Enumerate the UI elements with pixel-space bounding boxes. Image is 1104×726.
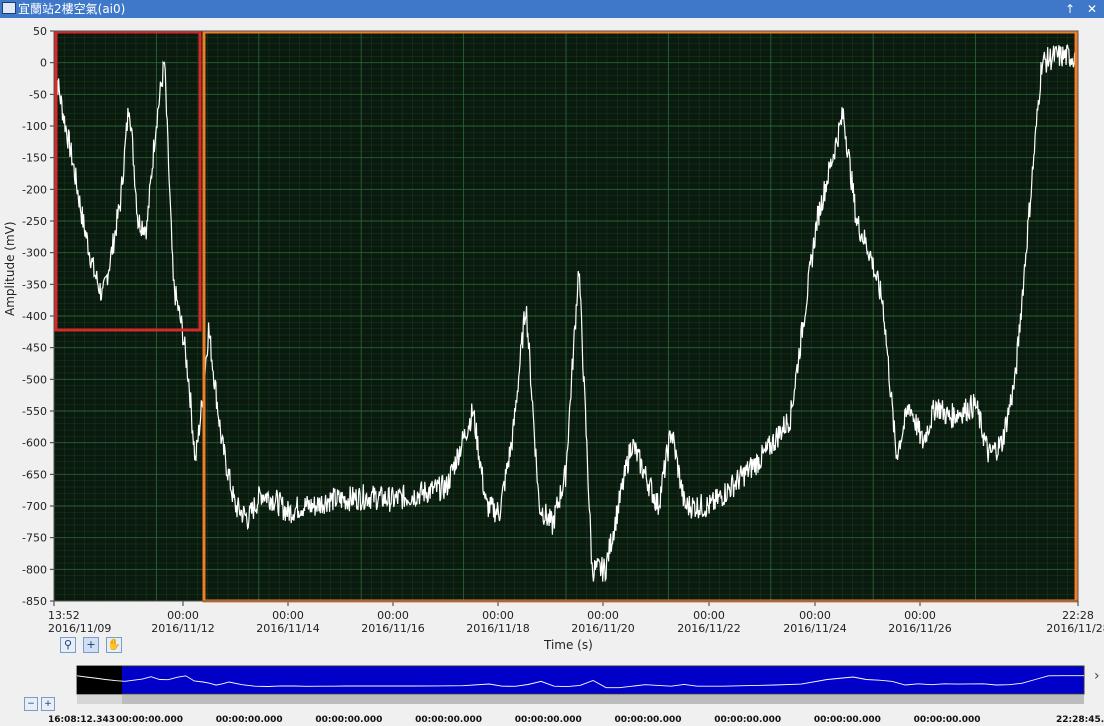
overview-end-label: 22:28:45.5 <box>1056 715 1104 725</box>
y-tick-label: -100 <box>22 120 47 133</box>
y-tick-label: -350 <box>22 278 47 291</box>
x-tick-time: 00:00 <box>904 609 936 622</box>
window-titlebar: 宜蘭站2樓空氣(ai0) ↑ ✕ <box>0 0 1104 18</box>
close-button[interactable]: ✕ <box>1084 1 1100 17</box>
x-tick-time: 00:00 <box>167 609 199 622</box>
x-tick-time: 13:52 <box>48 609 80 622</box>
crosshair-icon[interactable]: + <box>83 637 99 653</box>
y-tick-label: -600 <box>22 437 47 450</box>
overview-tick-label: 00:00:00.000 <box>515 715 582 725</box>
x-tick-time: 00:00 <box>377 609 409 622</box>
x-tick-time: 00:00 <box>799 609 831 622</box>
y-tick-label: -450 <box>22 342 47 355</box>
x-tick-time: 00:00 <box>272 609 304 622</box>
y-tick-label: -750 <box>22 532 47 545</box>
x-axis-label: Time (s) <box>544 638 593 652</box>
window-title: 宜蘭站2樓空氣(ai0) <box>18 2 126 16</box>
x-tick-time: 22:28 <box>1062 609 1094 622</box>
x-tick-time: 00:00 <box>693 609 725 622</box>
y-tick-label: 0 <box>40 57 47 70</box>
y-tick-label: -650 <box>22 468 47 481</box>
x-tick-date: 2016/11/22 <box>677 622 740 635</box>
overview-black-segment <box>77 666 122 694</box>
y-tick-label: 50 <box>33 25 47 38</box>
zoom-icon[interactable]: ⚲ <box>60 637 76 653</box>
x-tick-date: 2016/11/24 <box>783 622 846 635</box>
overview-scrollbar-thumb <box>122 695 1084 704</box>
y-tick-label: -200 <box>22 183 47 196</box>
overview-tick-label: 00:00:00.000 <box>615 715 682 725</box>
y-tick-label: -50 <box>29 88 47 101</box>
x-tick-date: 2016/11/16 <box>361 622 424 635</box>
overview-start-label: 16:08:12.343 <box>48 715 115 725</box>
x-tick-time: 00:00 <box>587 609 619 622</box>
x-tick-date: 2016/11/20 <box>571 622 634 635</box>
app-icon <box>2 2 16 14</box>
x-tick-date: 2016/11/09 <box>48 622 111 635</box>
y-tick-label: -550 <box>22 405 47 418</box>
overview-right-arrow: › <box>1094 668 1100 684</box>
y-tick-label: -800 <box>22 563 47 576</box>
overview-tick-label: 00:00:00.000 <box>814 715 881 725</box>
zoom-in-icon[interactable]: + <box>41 697 55 711</box>
overview-tick-label: 00:00:00.000 <box>216 715 283 725</box>
overview-tick-label: 00:00:00.000 <box>116 715 183 725</box>
overview-tick-label: 00:00:00.000 <box>315 715 382 725</box>
overview-tick-label: 00:00:00.000 <box>415 715 482 725</box>
y-tick-label: -150 <box>22 152 47 165</box>
overview-strip <box>76 665 1085 695</box>
hand-pan-icon[interactable]: ✋ <box>106 637 122 653</box>
y-tick-label: -700 <box>22 500 47 513</box>
y-tick-label: -400 <box>22 310 47 323</box>
x-tick-date: 2016/11/12 <box>151 622 214 635</box>
y-tick-label: -250 <box>22 215 47 228</box>
x-tick-date: 2016/11/14 <box>256 622 319 635</box>
x-tick-date: 2016/11/26 <box>888 622 951 635</box>
overview-tick-label: 00:00:00.000 <box>914 715 981 725</box>
waveform-chart: 50 0 -50 -100 -150 -200 -250 -300 -350 -400 -450 -5… <box>22 25 1104 725</box>
y-tick-label: -500 <box>22 373 47 386</box>
overview-tick-label: 00:00:00.000 <box>714 715 781 725</box>
x-tick-date: 2016/11/28 <box>1046 622 1104 635</box>
x-tick-date: 2016/11/18 <box>466 622 529 635</box>
y-axis-label: Amplitude (mV) <box>3 221 17 316</box>
pin-button[interactable]: ↑ <box>1062 1 1078 17</box>
y-tick-label: -300 <box>22 247 47 260</box>
y-tick-label: -850 <box>22 595 47 608</box>
x-tick-time: 00:00 <box>482 609 514 622</box>
zoom-out-icon[interactable]: − <box>24 697 38 711</box>
